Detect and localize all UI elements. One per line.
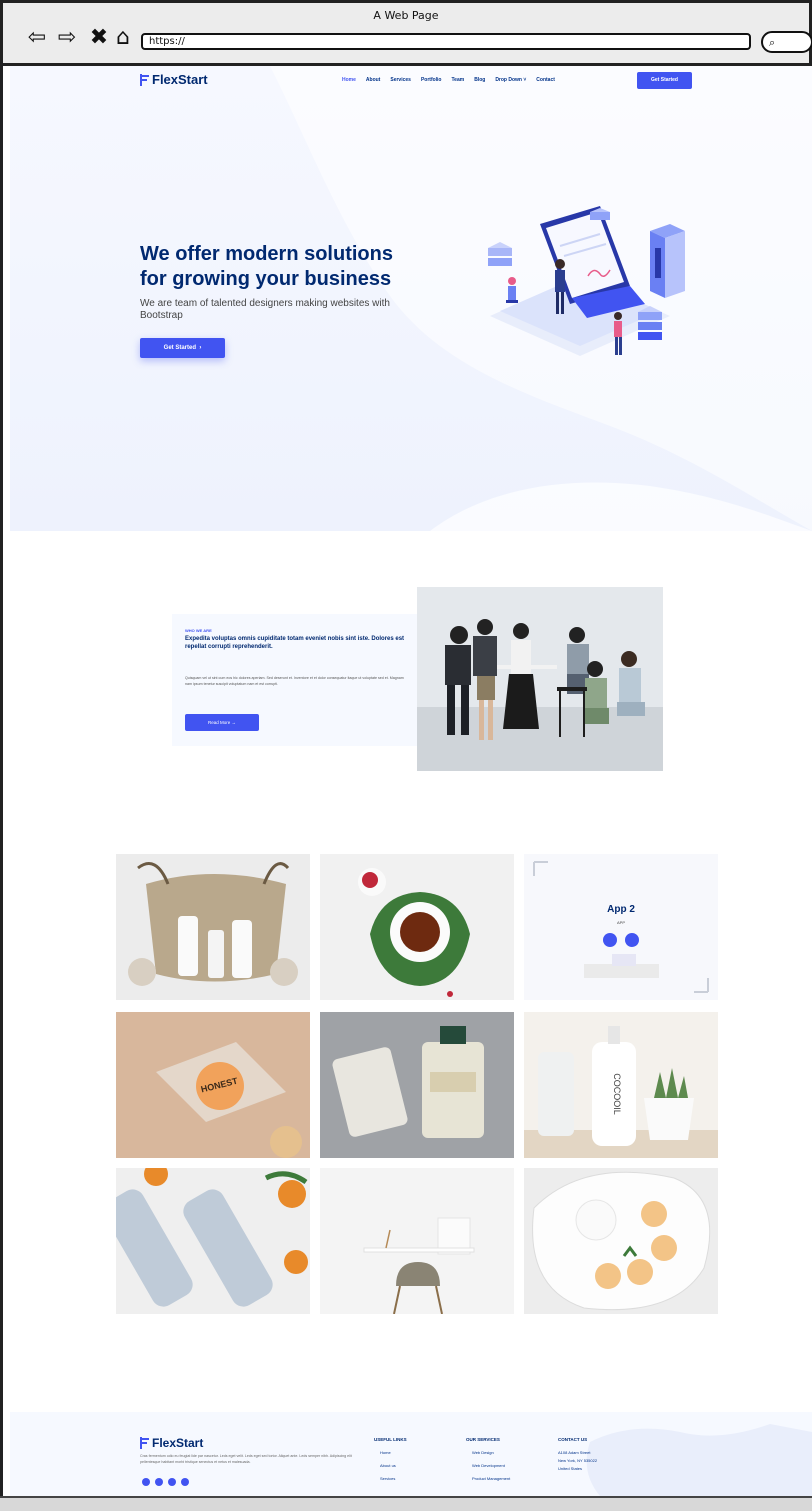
- about-text: Quisquam vel ut sint cum eos hic dolores…: [185, 676, 404, 686]
- browser-chrome: A Web Page ⇦ ⇨ ✖ ⌂ https:// ⌕: [0, 0, 812, 66]
- footer-link-home[interactable]: Home: [374, 1450, 407, 1455]
- nav-item-drop-down[interactable]: Drop Down ˅: [495, 77, 526, 83]
- footer-link-about[interactable]: About us: [374, 1463, 407, 1468]
- web-page: FlexStart Home About Services Portfolio …: [10, 66, 812, 1496]
- nav-item-team[interactable]: Team: [452, 77, 465, 83]
- footer-link-services[interactable]: Services: [374, 1476, 407, 1481]
- about-eyebrow: WHO WE ARE: [185, 628, 212, 633]
- back-icon[interactable]: ⇦: [25, 27, 49, 49]
- hero-subtitle: We are team of talented designers making…: [140, 298, 390, 321]
- about-content-box: WHO WE ARE Expedita voluptas omnis cupid…: [172, 614, 417, 746]
- nav-item-services[interactable]: Services: [390, 77, 411, 83]
- instagram-icon[interactable]: [168, 1478, 176, 1486]
- read-more-button[interactable]: Read More →: [185, 714, 259, 731]
- footer-service-product-management[interactable]: Product Management: [466, 1476, 510, 1481]
- portfolio-item-desk[interactable]: [320, 1168, 514, 1314]
- contact-line: A108 Adam Street: [558, 1450, 591, 1455]
- nav-item-home[interactable]: Home: [342, 77, 356, 83]
- footer-useful-links: USEFUL LINKS Home About us Services: [374, 1437, 407, 1489]
- services-title: OUR SERVICES: [466, 1437, 500, 1442]
- footer-about-text: Cras fermentum odio eu feugiat lide par …: [140, 1454, 352, 1464]
- contact-title: CONTACT US: [558, 1437, 588, 1442]
- portfolio-item-tea[interactable]: [320, 854, 514, 1000]
- footer-world-map: [586, 1424, 812, 1496]
- hero-get-started-button[interactable]: Get Started ›: [140, 338, 225, 358]
- portfolio-item-honest-box[interactable]: HONEST: [116, 1012, 310, 1158]
- portfolio-item-basket[interactable]: [116, 854, 310, 1000]
- footer-service-web-development[interactable]: Web Development: [466, 1463, 510, 1468]
- window-frame: [0, 66, 10, 1496]
- linkedin-icon[interactable]: [181, 1478, 189, 1486]
- nav-item-portfolio[interactable]: Portfolio: [421, 77, 442, 83]
- logo-icon: [140, 73, 149, 86]
- header-get-started-button[interactable]: Get Started: [637, 72, 692, 89]
- browser-search[interactable]: ⌕: [761, 31, 812, 53]
- logo-icon: [140, 1437, 149, 1449]
- nav-item-about[interactable]: About: [366, 77, 380, 83]
- contact-line: United States: [558, 1466, 583, 1471]
- app-tile-title: App 2: [607, 904, 635, 915]
- footer-social-links: [142, 1478, 189, 1486]
- magnifier-icon: ⌕: [769, 36, 776, 49]
- footer-contact: CONTACT US A108 Adam Street New York, NY…: [558, 1437, 597, 1474]
- site-header: FlexStart Home About Services Portfolio …: [140, 72, 700, 92]
- footer-services: OUR SERVICES Web Design Web Development …: [466, 1437, 510, 1489]
- server-tower-illustration: [650, 224, 685, 298]
- portfolio-item-app-2[interactable]: App 2 APP: [524, 854, 718, 1000]
- hero-illustration: [488, 206, 685, 356]
- hero-title: We offer modern solutions for growing yo…: [140, 243, 393, 290]
- hero-section: FlexStart Home About Services Portfolio …: [10, 66, 812, 531]
- chevron-right-icon: ›: [197, 345, 202, 351]
- portfolio-item-perfume[interactable]: [320, 1012, 514, 1158]
- portfolio-item-cocooil[interactable]: COCOOIL: [524, 1012, 718, 1158]
- window-title: A Web Page: [373, 9, 439, 22]
- home-icon[interactable]: ⌂: [111, 27, 135, 49]
- chevron-down-icon: ˅: [523, 77, 527, 83]
- nav-item-drop-down-label: Drop Down: [495, 77, 522, 83]
- nav-item-blog[interactable]: Blog: [474, 77, 485, 83]
- portfolio-item-cookies[interactable]: [524, 1168, 718, 1314]
- site-logo[interactable]: FlexStart: [140, 72, 208, 87]
- logo-text: FlexStart: [152, 72, 208, 87]
- app-tile-subtitle: APP: [617, 920, 625, 925]
- hero-button-label: Get Started: [163, 345, 196, 351]
- about-title: Expedita voluptas omnis cupiditate totam…: [185, 636, 405, 650]
- footer-service-web-design[interactable]: Web Design: [466, 1450, 510, 1455]
- site-footer: FlexStart Cras fermentum odio eu feugiat…: [10, 1412, 812, 1496]
- address-bar[interactable]: https://: [141, 33, 751, 50]
- close-icon[interactable]: ✖: [87, 27, 111, 49]
- browser-status-bar: [0, 1496, 812, 1511]
- nav-item-contact[interactable]: Contact: [536, 77, 555, 83]
- footer-logo[interactable]: FlexStart: [140, 1436, 203, 1450]
- main-nav: Home About Services Portfolio Team Blog …: [342, 77, 555, 83]
- footer-logo-text: FlexStart: [152, 1436, 204, 1450]
- contact-line: New York, NY 535022: [558, 1458, 598, 1463]
- twitter-icon[interactable]: [142, 1478, 150, 1486]
- portfolio-item-bottles[interactable]: [116, 1168, 310, 1314]
- forward-icon[interactable]: ⇨: [55, 27, 79, 49]
- team-meeting-photo: [417, 587, 663, 771]
- useful-links-title: USEFUL LINKS: [374, 1437, 407, 1442]
- svg-text:COCOOIL: COCOOIL: [612, 1073, 622, 1115]
- facebook-icon[interactable]: [155, 1478, 163, 1486]
